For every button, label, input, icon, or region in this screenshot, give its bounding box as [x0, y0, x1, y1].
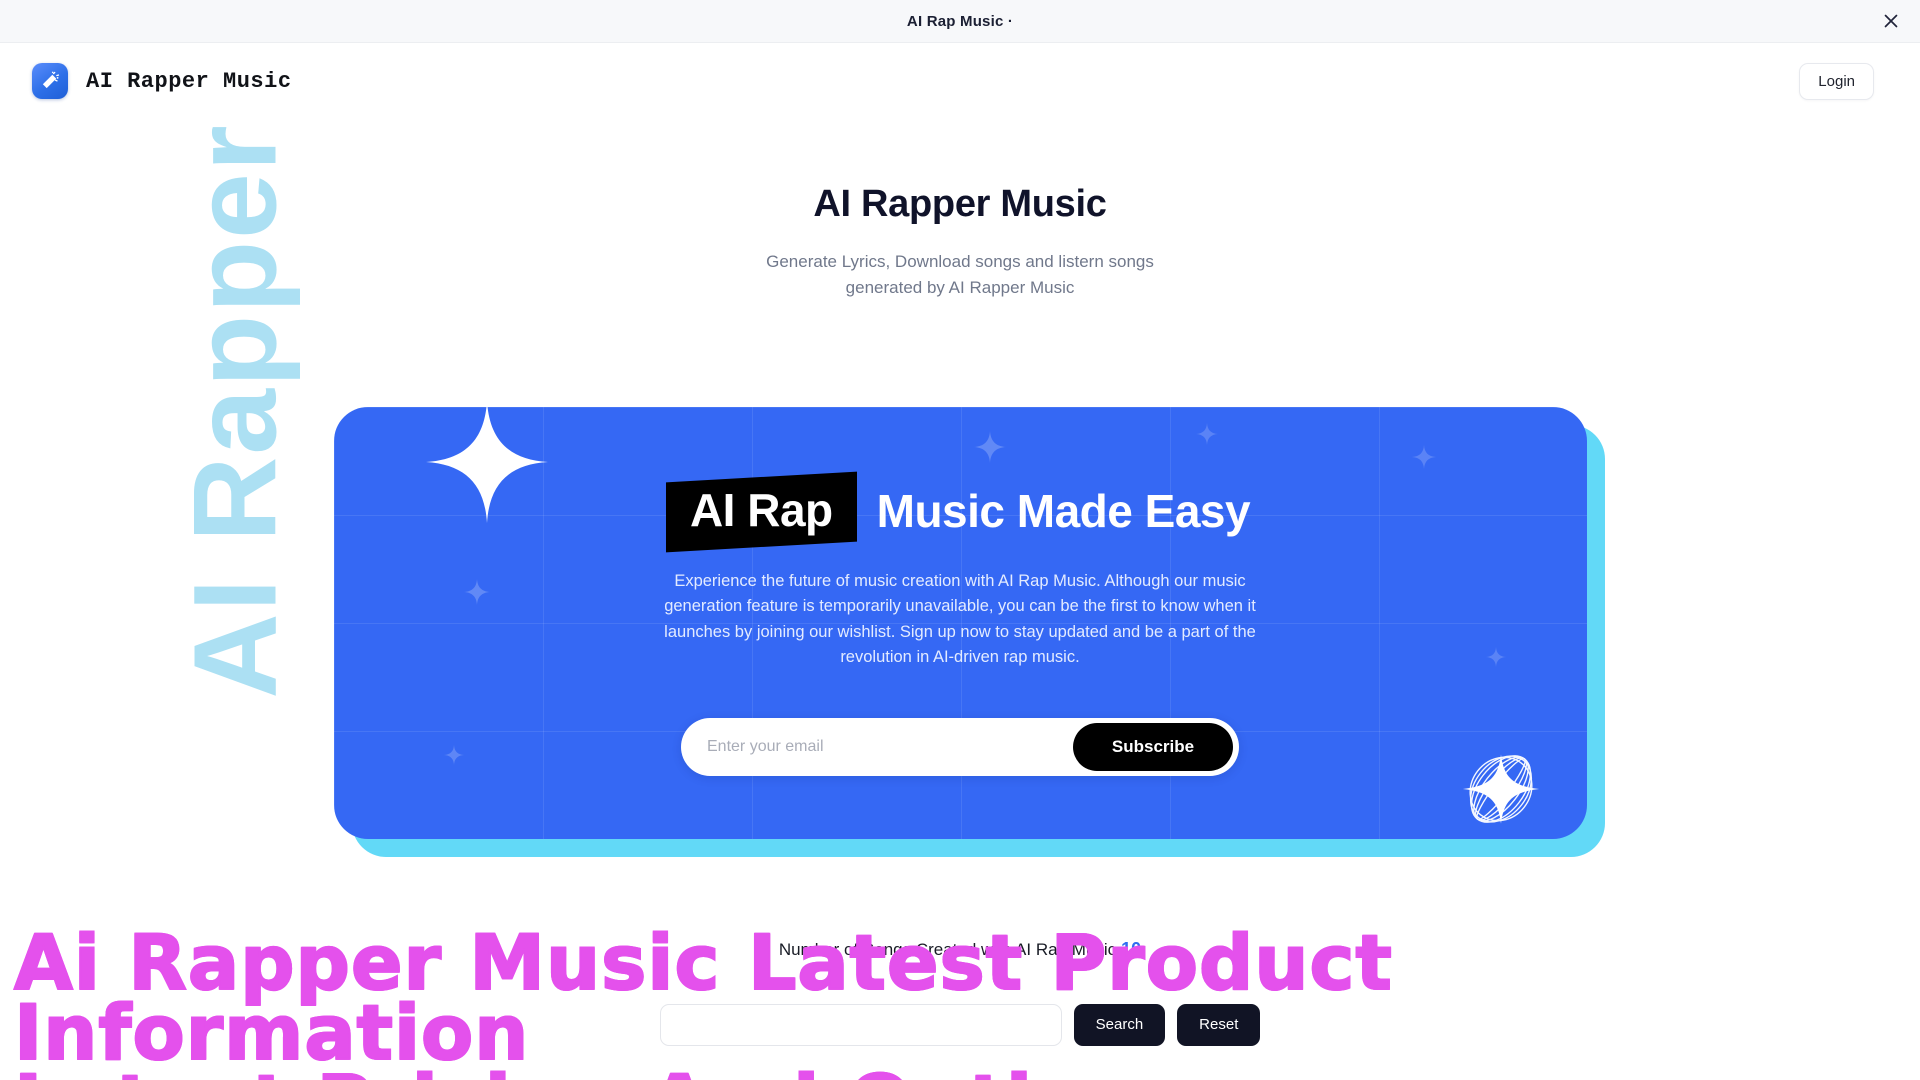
close-icon[interactable]: [1876, 6, 1906, 36]
subscribe-form: Subscribe: [681, 717, 1239, 776]
site-header: AI Rapper Music Login: [0, 43, 1920, 119]
window-titlebar: AI Rap Music ·: [0, 0, 1920, 43]
window-title: AI Rap Music ·: [906, 12, 1014, 30]
songs-count-value: 10: [1121, 938, 1142, 959]
brand-name: AI Rapper Music: [86, 68, 292, 94]
page-title: AI Rapper Music: [813, 183, 1107, 225]
search-row: Search Reset: [0, 1003, 1920, 1046]
subscribe-button[interactable]: Subscribe: [1073, 722, 1233, 771]
hero-card-wrapper: AI Rap Music Made Easy Experience the fu…: [333, 406, 1605, 857]
hero-title-rest: Music Made Easy: [876, 484, 1251, 537]
songs-count-line: Number of Songs Created with AI Rap Musi…: [0, 939, 1920, 960]
hero-content: AI Rap Music Made Easy Experience the fu…: [334, 407, 1587, 776]
reset-button[interactable]: Reset: [1177, 1003, 1261, 1046]
hero-title-highlight: AI Rap: [670, 479, 853, 543]
hero-body-text: Experience the future of music creation …: [664, 571, 1256, 667]
login-button[interactable]: Login: [1799, 62, 1874, 100]
magic-wand-icon: [32, 63, 68, 99]
brand[interactable]: AI Rapper Music: [32, 63, 292, 99]
songs-count-label: Number of Songs Created with AI Rap Musi…: [778, 939, 1117, 959]
hero-title: AI Rap Music Made Easy: [334, 479, 1587, 543]
stats-section: Number of Songs Created with AI Rap Musi…: [0, 939, 1920, 1046]
page-subtitle: Generate Lyrics, Download songs and list…: [766, 252, 1154, 297]
page-canvas: AI Rapper AI Rapper Music Login AI Rappe…: [0, 43, 1920, 1080]
search-button[interactable]: Search: [1073, 1003, 1166, 1046]
hero-card: AI Rap Music Made Easy Experience the fu…: [333, 406, 1587, 839]
email-field[interactable]: [681, 722, 1073, 771]
intro-section: AI Rapper Music Generate Lyrics, Downloa…: [0, 183, 1920, 301]
search-input[interactable]: [659, 1003, 1062, 1046]
outline-headline-line-2: Latest Pricing And Options: [13, 1063, 1774, 1080]
